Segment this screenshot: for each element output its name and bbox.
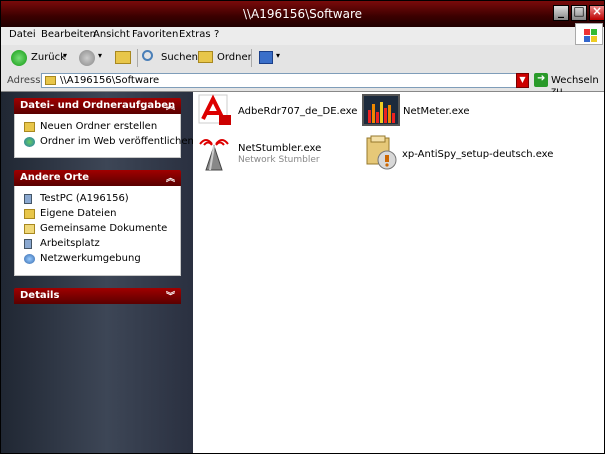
file-name: NetStumbler.exe <box>238 143 322 154</box>
address-dropdown-button[interactable]: ▼ <box>516 73 529 88</box>
tasks-panel: Datei- und Ordneraufgaben ︽ Neuen Ordner… <box>14 98 194 158</box>
folder-icon <box>45 76 56 85</box>
file-item-netmeter[interactable]: NetMeter.exe <box>361 93 531 129</box>
menu-bar: Datei Bearbeiten Ansicht Favoriten Extra… <box>1 27 604 46</box>
tasks-panel-body: Neuen Ordner erstellen Ordner im Web ver… <box>14 114 194 158</box>
folders-icon <box>198 51 213 63</box>
windows-logo-icon <box>575 23 603 45</box>
folder-icon <box>24 209 35 219</box>
forward-dropdown-icon[interactable]: ▾ <box>98 51 102 60</box>
globe-icon <box>24 137 35 147</box>
collapse-icon[interactable]: ︽ <box>166 171 175 184</box>
views-button[interactable]: ▾ <box>257 48 283 68</box>
forward-button[interactable]: ▾ <box>77 48 105 68</box>
up-folder-button[interactable] <box>113 48 133 68</box>
folders-button[interactable]: Ordner <box>197 48 252 68</box>
address-input[interactable]: \\A196156\Software <box>41 73 529 88</box>
places-panel-body: TestPC (A196156) Eigene Dateien Gemeinsa… <box>14 186 181 276</box>
explorer-window: \\A196156\Software _ □ × Datei Bearbeite… <box>0 0 605 454</box>
menu-bearbeiten[interactable]: Bearbeiten <box>41 29 96 40</box>
task-publish-web[interactable]: Ordner im Web veröffentlichen <box>15 135 194 150</box>
tasks-panel-header[interactable]: Datei- und Ordneraufgaben ︽ <box>14 98 181 114</box>
computer-icon <box>24 194 32 204</box>
up-folder-icon <box>115 51 131 64</box>
place-gemeinsame-dokumente[interactable]: Gemeinsame Dokumente <box>15 222 180 237</box>
menu-extras[interactable]: Extras <box>179 29 211 40</box>
file-item-adobe[interactable]: AdbeRdr707_de_DE.exe <box>195 93 358 129</box>
file-item-netstumbler[interactable]: NetStumbler.exe Network Stumbler <box>195 134 355 174</box>
expand-icon[interactable]: ︾ <box>166 289 175 302</box>
back-button[interactable]: Zurück ▾ <box>9 48 69 68</box>
chevron-down-icon: ▼ <box>519 75 526 84</box>
go-arrow-icon: ➜ <box>537 73 546 84</box>
place-label: Arbeitsplatz <box>40 238 100 249</box>
views-icon <box>259 51 273 64</box>
menu-datei[interactable]: Datei <box>9 29 36 40</box>
collapse-icon[interactable]: ︽ <box>166 99 175 112</box>
menu-help[interactable]: ? <box>214 29 219 40</box>
network-icon <box>24 254 35 264</box>
title-bar[interactable]: \\A196156\Software _ □ × <box>1 1 605 27</box>
details-panel-header[interactable]: Details ︾ <box>14 288 181 304</box>
folders-label: Ordner <box>217 52 252 63</box>
toolbar-separator <box>137 49 138 67</box>
go-button[interactable]: ➜ <box>534 73 548 87</box>
search-label: Suchen <box>161 52 199 63</box>
maximize-icon: □ <box>573 4 585 18</box>
details-panel: Details ︾ <box>14 288 181 304</box>
search-button[interactable]: Suchen <box>141 48 198 68</box>
forward-arrow-icon <box>79 50 95 66</box>
close-icon: × <box>591 4 603 18</box>
new-folder-icon <box>24 122 35 132</box>
address-value: \\A196156\Software <box>60 75 160 86</box>
minimize-icon: _ <box>558 4 564 18</box>
place-label: TestPC (A196156) <box>40 193 129 204</box>
toolbar-separator <box>251 49 252 67</box>
place-label: Eigene Dateien <box>40 208 117 219</box>
tasks-panel-title: Datei- und Ordneraufgaben <box>20 100 176 111</box>
computer-icon <box>24 239 32 249</box>
place-netzwerkumgebung[interactable]: Netzwerkumgebung <box>15 252 180 267</box>
back-arrow-icon <box>11 50 27 66</box>
file-view: AdbeRdr707_de_DE.exe NetMeter.exe NetStu… <box>193 92 604 453</box>
task-label: Ordner im Web veröffentlichen <box>40 136 194 147</box>
toolbar: Zurück ▾ ▾ Suchen Ordner ▾ <box>1 45 604 72</box>
close-button[interactable]: × <box>589 4 605 21</box>
place-label: Gemeinsame Dokumente <box>40 223 168 234</box>
place-eigene-dateien[interactable]: Eigene Dateien <box>15 207 180 222</box>
place-label: Netzwerkumgebung <box>40 253 141 264</box>
installer-icon <box>366 135 397 170</box>
places-panel-title: Andere Orte <box>20 172 89 183</box>
netstumbler-icon <box>199 139 229 171</box>
file-name: NetMeter.exe <box>403 106 470 117</box>
menu-favoriten[interactable]: Favoriten <box>132 29 178 40</box>
minimize-button[interactable]: _ <box>553 4 569 21</box>
task-new-folder[interactable]: Neuen Ordner erstellen <box>15 120 180 135</box>
views-dropdown-icon: ▾ <box>276 51 281 60</box>
back-label: Zurück <box>31 52 66 63</box>
place-arbeitsplatz[interactable]: Arbeitsplatz <box>15 237 180 252</box>
task-label: Neuen Ordner erstellen <box>40 121 158 132</box>
address-bar: Adresse \\A196156\Software ▼ ➜ Wechseln … <box>1 71 604 97</box>
back-dropdown-icon[interactable]: ▾ <box>63 51 67 60</box>
file-description: Network Stumbler <box>238 155 320 165</box>
window-title: \\A196156\Software <box>242 7 363 21</box>
places-panel: Andere Orte ︽ TestPC (A196156) Eigene Da… <box>14 170 181 276</box>
task-pane: Datei- und Ordneraufgaben ︽ Neuen Ordner… <box>1 92 194 453</box>
folder-icon <box>24 224 35 234</box>
file-item-xp-antispy[interactable]: xp-AntiSpy_setup-deutsch.exe <box>361 134 561 174</box>
netmeter-icon <box>362 94 400 126</box>
places-panel-header[interactable]: Andere Orte ︽ <box>14 170 181 186</box>
menu-ansicht[interactable]: Ansicht <box>93 29 130 40</box>
details-panel-title: Details <box>20 290 60 301</box>
adobe-reader-icon <box>198 94 231 125</box>
place-testpc[interactable]: TestPC (A196156) <box>15 192 180 207</box>
maximize-button[interactable]: □ <box>571 4 587 21</box>
file-name: xp-AntiSpy_setup-deutsch.exe <box>402 149 554 160</box>
file-name: AdbeRdr707_de_DE.exe <box>238 106 358 117</box>
search-icon <box>142 50 153 61</box>
